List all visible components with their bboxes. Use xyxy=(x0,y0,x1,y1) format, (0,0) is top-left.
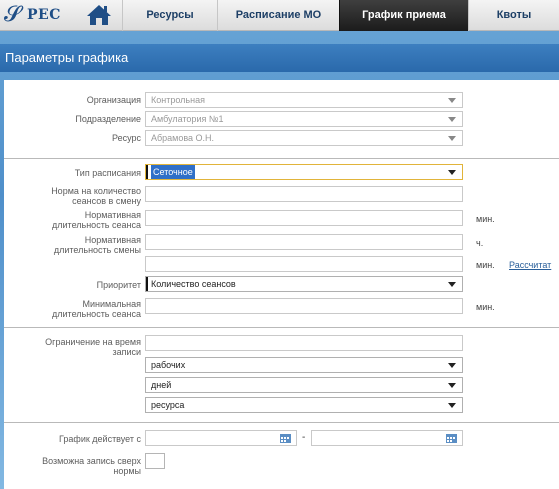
chevron-down-icon xyxy=(448,363,456,368)
organization-value: Контрольная xyxy=(151,95,205,105)
schedule-type-value: Сеточное xyxy=(151,165,195,179)
limit-ref-select[interactable]: ресурса xyxy=(145,397,463,413)
session-duration-input[interactable] xyxy=(145,210,463,226)
shift-duration-hours-input[interactable] xyxy=(145,234,463,250)
shift-duration-minutes-input[interactable] xyxy=(145,256,463,272)
section-divider xyxy=(4,327,559,328)
sessions-norm-label-line2: сеансов в смену xyxy=(72,196,141,206)
priority-select[interactable]: Количество сеансов xyxy=(145,276,463,292)
schedule-type-label: Тип расписания xyxy=(74,168,141,178)
subdivision-label: Подразделение xyxy=(75,114,141,124)
min-session-unit: мин. xyxy=(476,302,495,312)
schedule-params-form: Организация Контрольная Подразделение Ам… xyxy=(4,80,559,489)
chevron-down-icon xyxy=(448,117,456,122)
section-divider xyxy=(4,422,559,423)
limit-unit-select[interactable]: дней xyxy=(145,377,463,393)
min-session-label-line2: длительность сеанса xyxy=(52,309,141,319)
limit-days-type-value: рабочих xyxy=(151,360,186,370)
sessions-norm-input[interactable] xyxy=(145,186,463,202)
overbooking-label-line2: нормы xyxy=(113,466,141,476)
focus-marker xyxy=(146,277,148,291)
priority-value: Количество сеансов xyxy=(151,279,236,289)
record-limit-label-line1: Ограничение на время xyxy=(45,337,141,347)
session-duration-unit: мин. xyxy=(476,214,495,224)
valid-from-label: График действует с xyxy=(59,434,141,444)
tab-schedule-mo[interactable]: Расписание МО xyxy=(217,0,339,31)
record-limit-input[interactable] xyxy=(145,335,463,351)
limit-days-type-select[interactable]: рабочих xyxy=(145,357,463,373)
min-session-label: Минимальная длительность сеанса xyxy=(4,299,141,319)
shift-duration-label-line1: Нормативная xyxy=(84,235,141,245)
record-limit-label-line2: записи xyxy=(112,347,141,357)
session-duration-label: Нормативная длительность сеанса xyxy=(4,210,141,230)
record-limit-label: Ограничение на время записи xyxy=(4,337,141,357)
min-session-label-line1: Минимальная xyxy=(82,299,141,309)
subdivision-select[interactable]: Амбулатория №1 xyxy=(145,111,463,127)
organization-label: Организация xyxy=(86,95,141,105)
schedule-type-select[interactable]: Сеточное xyxy=(145,164,463,180)
overbooking-label: Возможна запись сверх нормы xyxy=(4,456,141,476)
home-icon[interactable] xyxy=(86,3,112,27)
shift-duration-minutes-unit: мин. xyxy=(476,260,495,270)
logo-text: РЕС xyxy=(27,7,61,23)
valid-from-date-input[interactable] xyxy=(145,430,297,446)
session-duration-label-line1: Нормативная xyxy=(84,210,141,220)
shift-duration-label-line2: длительность смены xyxy=(53,245,141,255)
subdivision-value: Амбулатория №1 xyxy=(151,114,224,124)
overbooking-checkbox[interactable] xyxy=(145,453,165,469)
chevron-down-icon xyxy=(448,98,456,103)
valid-to-date-input[interactable] xyxy=(311,430,463,446)
priority-label: Приоритет xyxy=(96,280,141,290)
limit-unit-value: дней xyxy=(151,380,172,390)
date-range-dash: - xyxy=(302,432,306,443)
chevron-down-icon xyxy=(448,282,456,287)
top-nav-bar: 𝓢 РЕС Ресурсы Расписание МО График прием… xyxy=(0,0,559,31)
tab-reception-schedule[interactable]: График приема xyxy=(339,0,468,31)
chevron-down-icon xyxy=(448,403,456,408)
overbooking-label-line1: Возможна запись сверх xyxy=(42,456,141,466)
app-logo[interactable]: 𝓢 РЕС xyxy=(4,3,61,27)
calculate-link[interactable]: Рассчитат xyxy=(509,260,551,270)
resource-value: Абрамова О.Н. xyxy=(151,133,215,143)
focus-marker xyxy=(146,165,148,179)
limit-ref-value: ресурса xyxy=(151,400,185,410)
resource-select[interactable]: Абрамова О.Н. xyxy=(145,130,463,146)
panel-title: Параметры графика xyxy=(0,44,559,72)
chevron-down-icon xyxy=(448,170,456,175)
calendar-icon[interactable] xyxy=(446,434,457,443)
min-session-input[interactable] xyxy=(145,298,463,314)
organization-select[interactable]: Контрольная xyxy=(145,92,463,108)
session-duration-label-line2: длительность сеанса xyxy=(52,220,141,230)
calendar-icon[interactable] xyxy=(280,434,291,443)
sessions-norm-label: Норма на количество сеансов в смену xyxy=(4,186,141,206)
resource-label: Ресурс xyxy=(111,133,141,143)
tab-quotas[interactable]: Квоты xyxy=(468,0,559,31)
logo-icon: 𝓢 xyxy=(4,2,22,27)
tab-resources[interactable]: Ресурсы xyxy=(122,0,217,31)
section-divider xyxy=(4,158,559,159)
chevron-down-icon xyxy=(448,383,456,388)
chevron-down-icon xyxy=(448,136,456,141)
sessions-norm-label-line1: Норма на количество xyxy=(51,186,141,196)
shift-duration-label: Нормативная длительность смены xyxy=(4,235,141,255)
shift-duration-hours-unit: ч. xyxy=(476,238,484,248)
